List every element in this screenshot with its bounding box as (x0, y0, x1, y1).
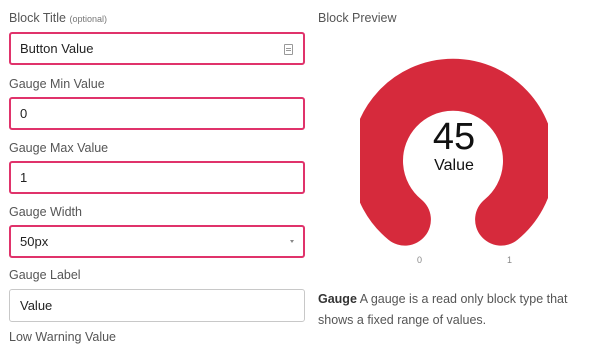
block-title-value: Button Value (20, 41, 94, 56)
gauge-max-value: 1 (20, 170, 28, 185)
gauge-width-label: Gauge Width (9, 205, 82, 219)
gauge-preview: 45 Value 0 1 (360, 40, 548, 270)
gauge-max-tick: 1 (507, 255, 513, 265)
block-title-label-text: Block Title (9, 11, 66, 25)
optional-hint: (optional) (69, 14, 107, 24)
gauge-min-label: Gauge Min Value (9, 77, 105, 91)
gauge-width-value: 50px (20, 234, 49, 249)
block-type-name: Gauge (318, 292, 357, 306)
gauge-value: 45 (432, 116, 476, 158)
gauge-max-label: Gauge Max Value (9, 141, 109, 155)
chevron-down-icon (290, 240, 294, 243)
gauge-min-value: 0 (20, 106, 28, 121)
block-description: Gauge A gauge is a read only block type … (318, 289, 588, 331)
gauge-block-editor: Block Title (optional) Button Value Gaug… (0, 0, 590, 345)
low-warning-label: Low Warning Value (9, 330, 117, 344)
gauge-max-input[interactable]: 1 (9, 161, 305, 194)
block-title-input[interactable]: Button Value (9, 32, 305, 65)
text-field-icon (284, 44, 293, 55)
gauge-label-label: Gauge Label (9, 268, 81, 282)
block-preview-title: Block Preview (318, 11, 397, 25)
gauge-min-tick: 0 (417, 255, 423, 265)
gauge-width-select[interactable]: 50px (9, 225, 305, 258)
block-title-label: Block Title (optional) (9, 11, 107, 25)
gauge-min-input[interactable]: 0 (9, 97, 305, 130)
gauge-label: Value (434, 157, 474, 174)
gauge-label-value: Value (20, 298, 53, 313)
gauge-label-input[interactable]: Value (9, 289, 305, 322)
